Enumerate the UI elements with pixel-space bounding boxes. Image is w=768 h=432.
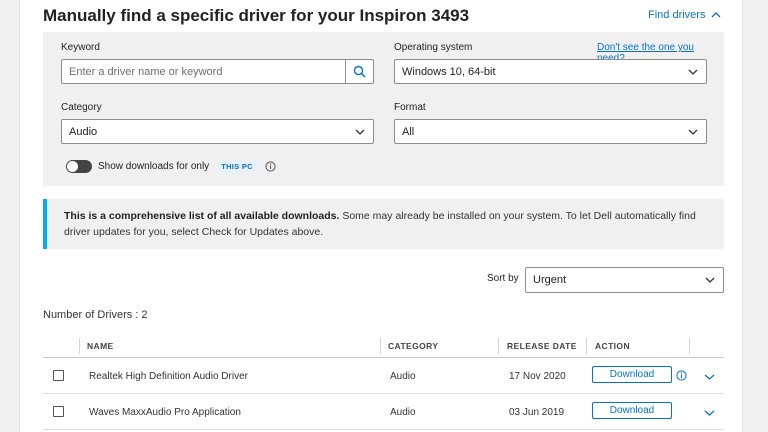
keyword-field[interactable] [61,59,374,84]
download-button[interactable]: Download [592,402,672,419]
chevron-down-icon [705,277,715,283]
info-icon[interactable] [265,161,276,172]
category-label: Category [61,102,102,113]
sort-value: Urgent [533,274,567,286]
chevron-down-icon [355,129,365,135]
column-divider [380,338,381,354]
info-icon[interactable] [676,370,687,381]
table-row: Realtek High Definition Audio Driver Aud… [43,358,724,394]
notice-bold: This is a comprehensive list of all avai… [64,210,340,222]
category-select[interactable]: Audio [61,119,374,144]
this-pc-toggle[interactable] [66,160,92,173]
chevron-down-icon [688,129,698,135]
chevron-up-icon [712,12,721,18]
driver-release-date: 03 Jun 2019 [509,407,565,418]
search-icon [353,65,366,78]
category-value: Audio [69,125,98,138]
sort-select[interactable]: Urgent [525,267,724,293]
drivers-table: NAME CATEGORY RELEASE DATE ACTION Realte… [43,332,724,430]
header-category[interactable]: CATEGORY [388,341,438,351]
chevron-down-icon[interactable] [704,372,715,382]
find-drivers-toggle[interactable]: Find drivers [648,9,721,21]
sort-by-label: Sort by [487,273,519,284]
row-checkbox[interactable] [53,406,64,417]
header-release-date[interactable]: RELEASE DATE [507,341,577,351]
right-frame [742,0,768,432]
os-label: Operating system [394,42,473,53]
format-label: Format [394,102,426,113]
search-button[interactable] [345,60,373,83]
keyword-label: Keyword [61,42,100,53]
header-name[interactable]: NAME [87,341,114,351]
this-pc-badge: THIS PC [217,160,257,173]
format-value: All [402,125,415,138]
table-row: Waves MaxxAudio Pro Application Audio 03… [43,394,724,430]
driver-category: Audio [390,371,416,382]
driver-count: Number of Drivers : 2 [43,309,148,321]
filter-panel: Keyword Operating system Don't see the o… [43,32,724,186]
this-pc-toggle-row: Show downloads for only THIS PC [66,160,276,173]
column-divider [498,338,499,354]
driver-name: Realtek High Definition Audio Driver [89,371,248,382]
header-action: ACTION [595,341,630,351]
os-value: Windows 10, 64-bit [402,65,496,78]
format-select[interactable]: All [394,119,707,144]
keyword-input[interactable] [69,65,373,78]
os-select[interactable]: Windows 10, 64-bit [394,59,707,84]
driver-category: Audio [390,407,416,418]
chevron-down-icon [688,69,698,75]
column-divider [586,338,587,354]
find-drivers-label: Find drivers [648,9,706,21]
driver-release-date: 17 Nov 2020 [509,371,566,382]
page-title: Manually find a specific driver for your… [43,6,470,25]
toggle-label: Show downloads for only [98,161,210,172]
row-checkbox[interactable] [53,370,64,381]
column-divider [689,338,690,354]
info-notice: This is a comprehensive list of all avai… [43,199,724,249]
chevron-down-icon[interactable] [704,408,715,418]
driver-name: Waves MaxxAudio Pro Application [89,407,241,418]
download-button[interactable]: Download [592,366,672,383]
column-divider [79,338,80,354]
table-header: NAME CATEGORY RELEASE DATE ACTION [43,332,724,358]
left-frame [0,0,20,432]
